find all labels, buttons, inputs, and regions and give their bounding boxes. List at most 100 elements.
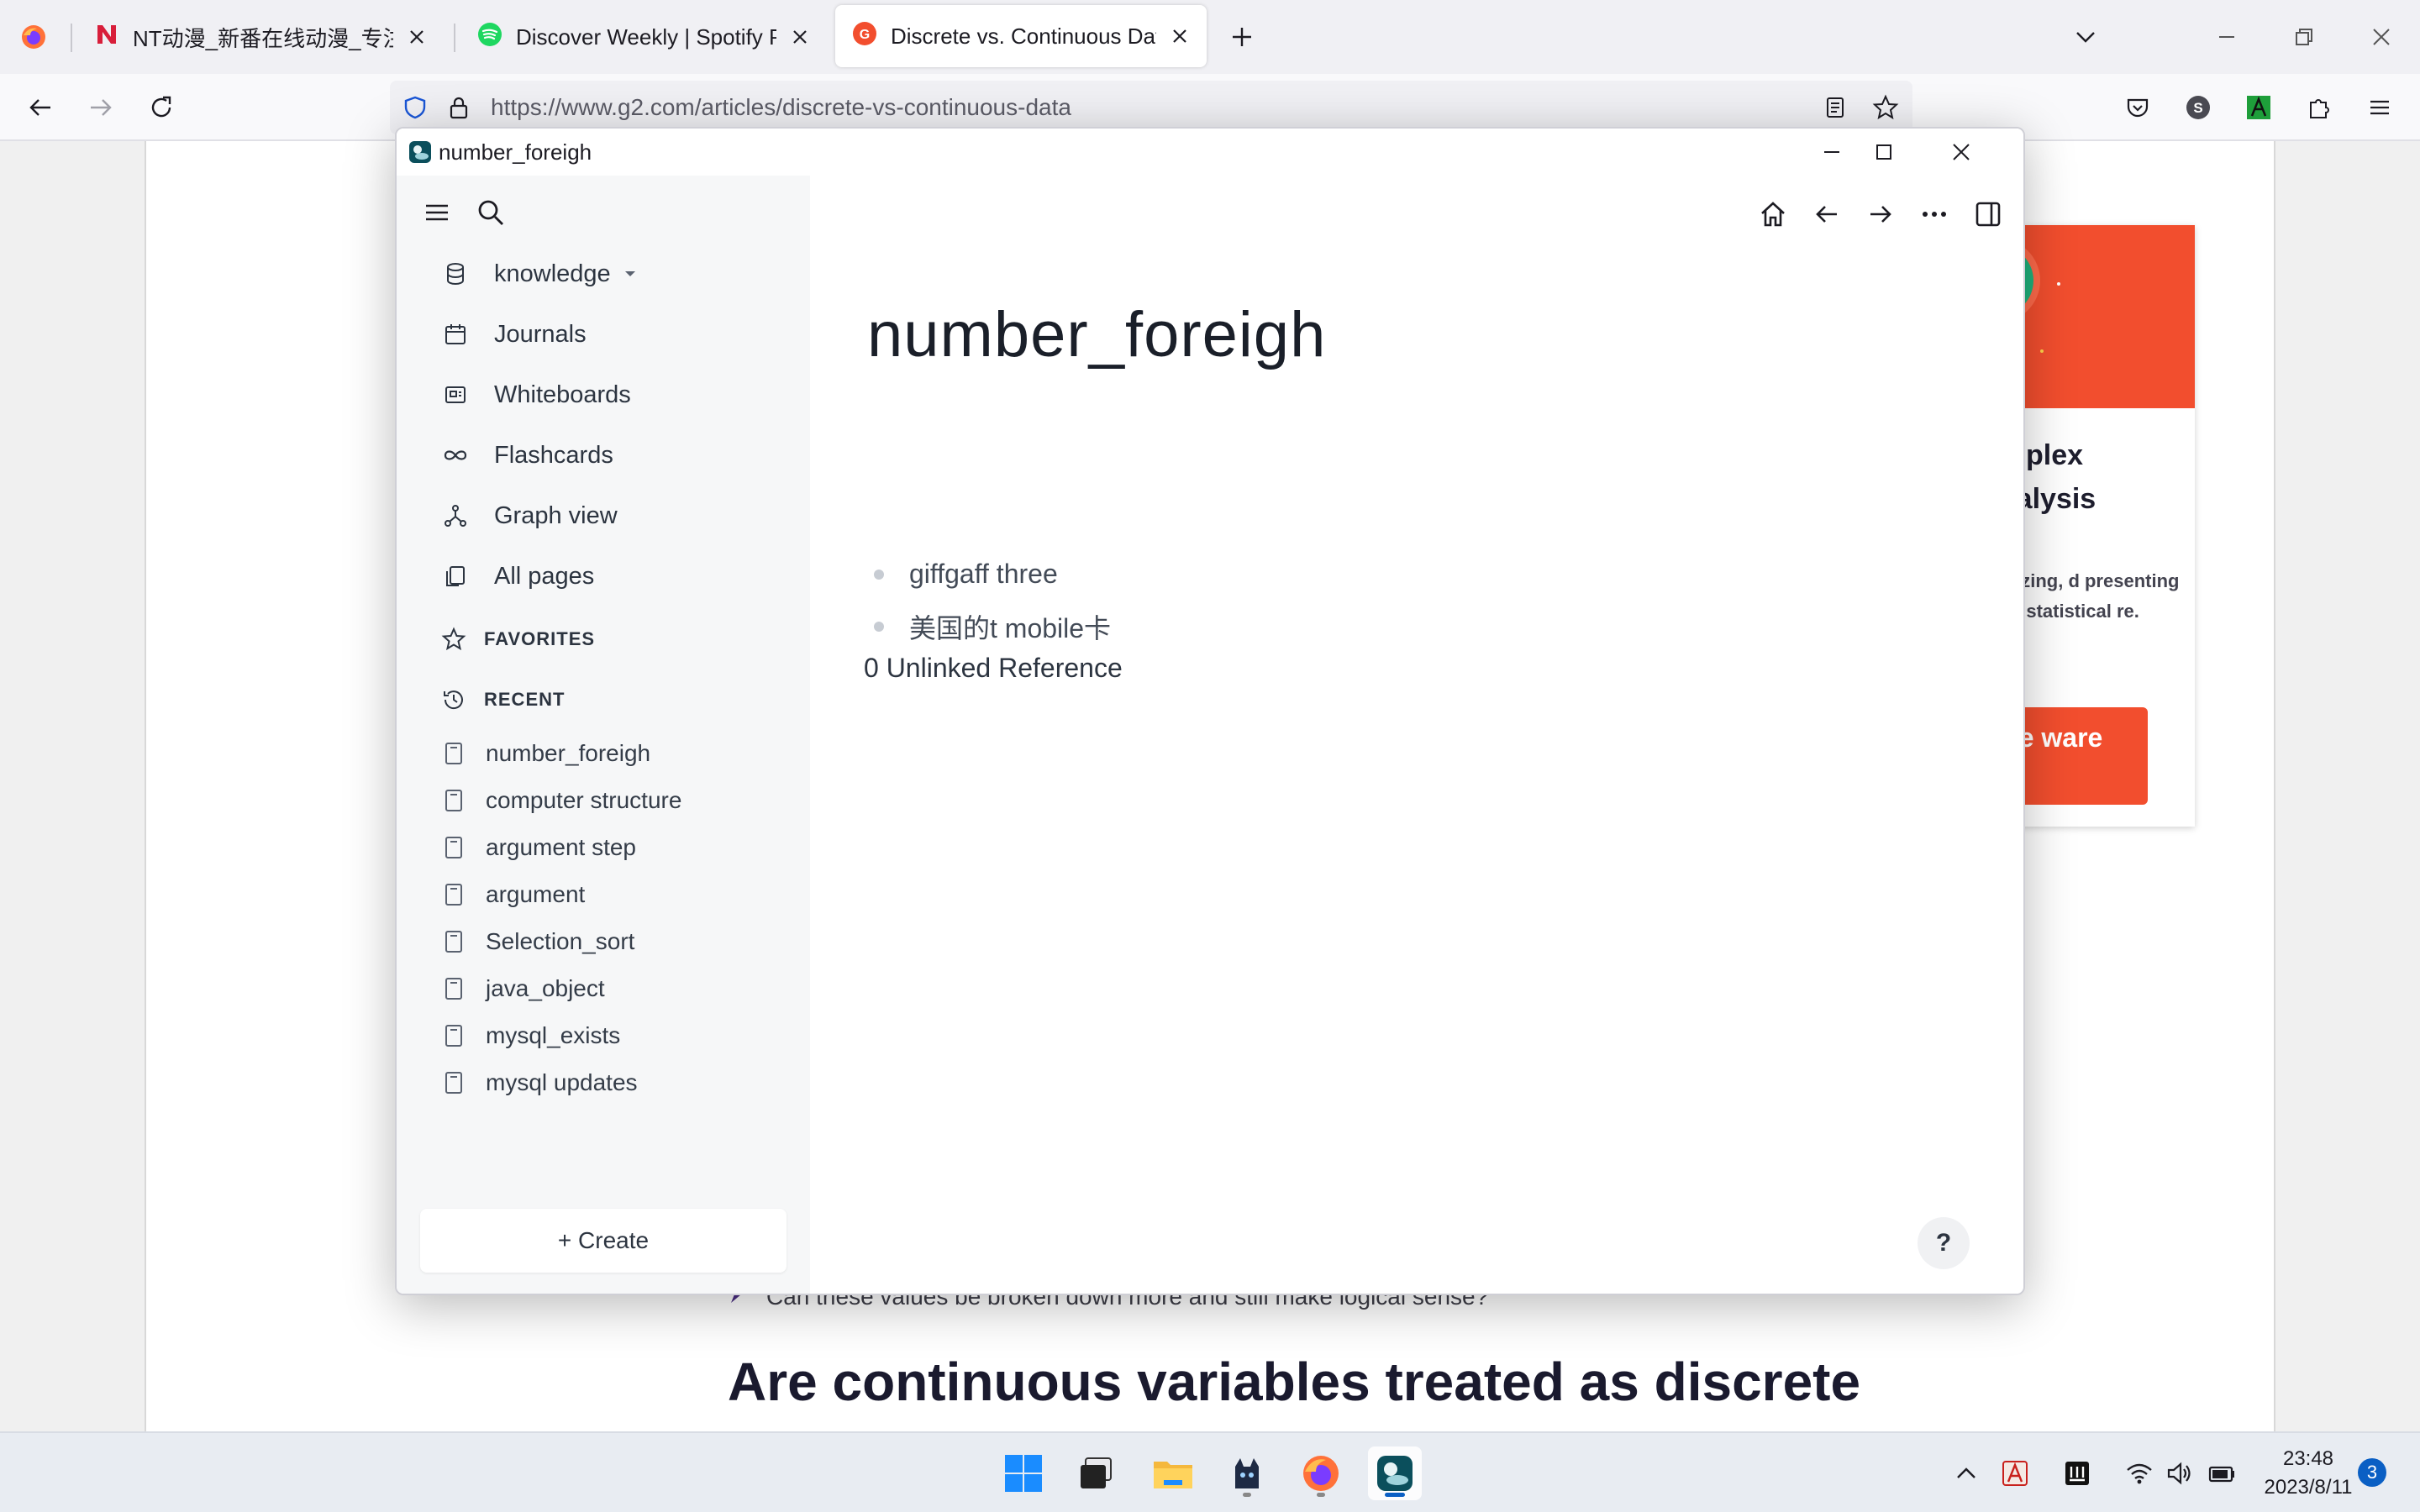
app-close-icon[interactable] bbox=[1936, 129, 1986, 176]
app-menu-hamburger-icon[interactable] bbox=[2363, 91, 2396, 124]
forward-arrow-icon[interactable] bbox=[84, 91, 118, 124]
tracking-shield-icon[interactable] bbox=[398, 91, 432, 124]
clock-time: 23:48 bbox=[2282, 1447, 2334, 1470]
back-arrow-icon[interactable] bbox=[24, 91, 57, 124]
recent-page-item[interactable]: argument step bbox=[437, 829, 636, 866]
tab-title: Discover Weekly | Spotify Pla bbox=[516, 24, 776, 50]
cat-app-icon[interactable] bbox=[1220, 1446, 1274, 1500]
graph-name: knowledge bbox=[494, 260, 611, 287]
nt-anime-icon bbox=[94, 22, 119, 53]
block-item[interactable]: giffgaff three bbox=[874, 559, 1058, 590]
logseq-icon[interactable] bbox=[1368, 1446, 1422, 1500]
sidebar-item-journals[interactable]: Journals bbox=[437, 313, 587, 355]
calendar-icon bbox=[437, 316, 474, 353]
search-icon[interactable] bbox=[472, 194, 509, 231]
tab-spotify[interactable]: Discover Weekly | Spotify Pla bbox=[460, 0, 827, 74]
forward-arrow-icon[interactable] bbox=[1860, 194, 1901, 234]
close-tab-icon[interactable] bbox=[1170, 26, 1190, 46]
recent-page-item[interactable]: mysql_exists bbox=[437, 1017, 620, 1054]
page-icon bbox=[440, 1068, 467, 1098]
file-explorer-icon[interactable] bbox=[1146, 1446, 1200, 1500]
running-indicator bbox=[1385, 1493, 1405, 1497]
tab-title: NT动漫_新番在线动漫_专注动漫 bbox=[133, 25, 393, 51]
unlinked-references-toggle[interactable]: 0 Unlinked Reference bbox=[864, 653, 1123, 684]
reload-icon[interactable] bbox=[145, 91, 178, 124]
sidebar-item-graph-view[interactable]: Graph view bbox=[437, 495, 618, 537]
close-tab-icon[interactable] bbox=[790, 27, 810, 47]
create-button[interactable]: + Create bbox=[420, 1209, 786, 1273]
whiteboard-icon bbox=[437, 376, 474, 413]
account-avatar-icon[interactable]: S bbox=[2181, 91, 2215, 124]
bookmark-star-icon[interactable] bbox=[1869, 91, 1902, 124]
sidebar-toggle-hamburger-icon[interactable] bbox=[418, 194, 455, 231]
sidebar-item-label: Graph view bbox=[494, 501, 618, 529]
show-hidden-icons-chevron-up-icon[interactable] bbox=[1949, 1457, 1983, 1490]
page-title[interactable]: number_foreigh bbox=[867, 298, 1326, 371]
sidebar-item-flashcards[interactable]: Flashcards bbox=[437, 434, 613, 476]
im-tray-icon[interactable] bbox=[2060, 1457, 2094, 1490]
system-clock[interactable]: 23:48 2023/8/11 bbox=[2259, 1445, 2358, 1502]
caret-down-icon bbox=[623, 260, 638, 288]
recent-page-item[interactable]: argument bbox=[437, 876, 585, 913]
extension-green-icon[interactable] bbox=[2242, 91, 2275, 124]
reader-view-icon[interactable] bbox=[1818, 91, 1852, 124]
app-titlebar: number_foreigh bbox=[397, 129, 2023, 176]
app-minimize-icon[interactable] bbox=[1807, 129, 1857, 176]
more-options-icon[interactable] bbox=[1914, 194, 1954, 234]
task-view-icon[interactable] bbox=[1069, 1446, 1123, 1500]
history-icon bbox=[437, 683, 471, 717]
firefox-icon[interactable] bbox=[1294, 1446, 1348, 1500]
graph-selector[interactable]: knowledge bbox=[437, 253, 638, 295]
volume-icon[interactable] bbox=[2163, 1457, 2196, 1490]
block-bullet[interactable] bbox=[874, 622, 884, 632]
tab-nt-anime[interactable]: NT动漫_新番在线动漫_专注动漫 bbox=[77, 0, 444, 74]
recent-page-item[interactable]: mysql updates bbox=[437, 1064, 638, 1101]
wifi-icon[interactable] bbox=[2123, 1457, 2156, 1490]
app-maximize-icon[interactable] bbox=[1859, 129, 1909, 176]
firefox-menu-icon[interactable] bbox=[15, 18, 52, 55]
recent-page-item[interactable]: java_object bbox=[437, 970, 605, 1007]
page-icon bbox=[440, 785, 467, 816]
home-icon[interactable] bbox=[1753, 194, 1793, 234]
restore-icon[interactable] bbox=[2287, 20, 2321, 54]
recent-page-item[interactable]: Selection_sort bbox=[437, 923, 634, 960]
block-item[interactable]: 美国的t mobile卡 bbox=[874, 607, 1111, 646]
close-tab-icon[interactable] bbox=[407, 27, 427, 47]
block-text[interactable]: 美国的t mobile卡 bbox=[909, 607, 1111, 646]
logseq-app-icon bbox=[408, 140, 432, 168]
new-tab-button[interactable] bbox=[1225, 20, 1259, 54]
pdf-reader-tray-icon[interactable] bbox=[1998, 1457, 2032, 1490]
sidebar-item-label: All pages bbox=[494, 562, 595, 590]
sidebar-item-whiteboards[interactable]: Whiteboards bbox=[437, 374, 631, 416]
page-icon bbox=[440, 879, 467, 910]
extensions-puzzle-icon[interactable] bbox=[2302, 91, 2336, 124]
running-indicator bbox=[1243, 1493, 1251, 1497]
g2-icon: G bbox=[852, 21, 877, 52]
battery-icon[interactable] bbox=[2205, 1457, 2238, 1490]
recent-page-label: argument bbox=[486, 881, 586, 907]
recent-page-label: computer structure bbox=[486, 787, 682, 813]
recent-page-label: java_object bbox=[486, 975, 605, 1001]
start-icon[interactable] bbox=[997, 1446, 1050, 1500]
favorites-section-header[interactable]: FAVORITES bbox=[437, 621, 595, 658]
lock-icon[interactable] bbox=[442, 91, 476, 124]
block-text[interactable]: giffgaff three bbox=[909, 559, 1058, 590]
help-button[interactable]: ? bbox=[1918, 1217, 1970, 1269]
back-arrow-icon[interactable] bbox=[1807, 194, 1847, 234]
block-bullet[interactable] bbox=[874, 569, 884, 580]
pocket-icon[interactable] bbox=[2121, 91, 2154, 124]
recent-page-item[interactable]: computer structure bbox=[437, 782, 681, 819]
right-sidebar-toggle-icon[interactable] bbox=[1968, 194, 2008, 234]
url-text[interactable]: https://www.g2.com/articles/discrete-vs-… bbox=[491, 94, 1071, 121]
recent-page-label: argument step bbox=[486, 834, 636, 860]
minimize-icon[interactable] bbox=[2210, 20, 2244, 54]
recent-page-item[interactable]: number_foreigh bbox=[437, 735, 650, 772]
running-indicator bbox=[1317, 1493, 1325, 1497]
sidebar-item-all-pages[interactable]: All pages bbox=[437, 555, 594, 597]
notification-badge[interactable]: 3 bbox=[2358, 1458, 2386, 1487]
recent-section-header[interactable]: RECENT bbox=[437, 681, 565, 718]
close-window-icon[interactable] bbox=[2365, 20, 2398, 54]
recent-page-label: number_foreigh bbox=[486, 740, 651, 766]
list-tabs-chevron-down-icon[interactable] bbox=[2069, 20, 2102, 54]
tab-discrete-vs-continuous[interactable]: G Discrete vs. Continuous Data bbox=[835, 5, 1207, 67]
